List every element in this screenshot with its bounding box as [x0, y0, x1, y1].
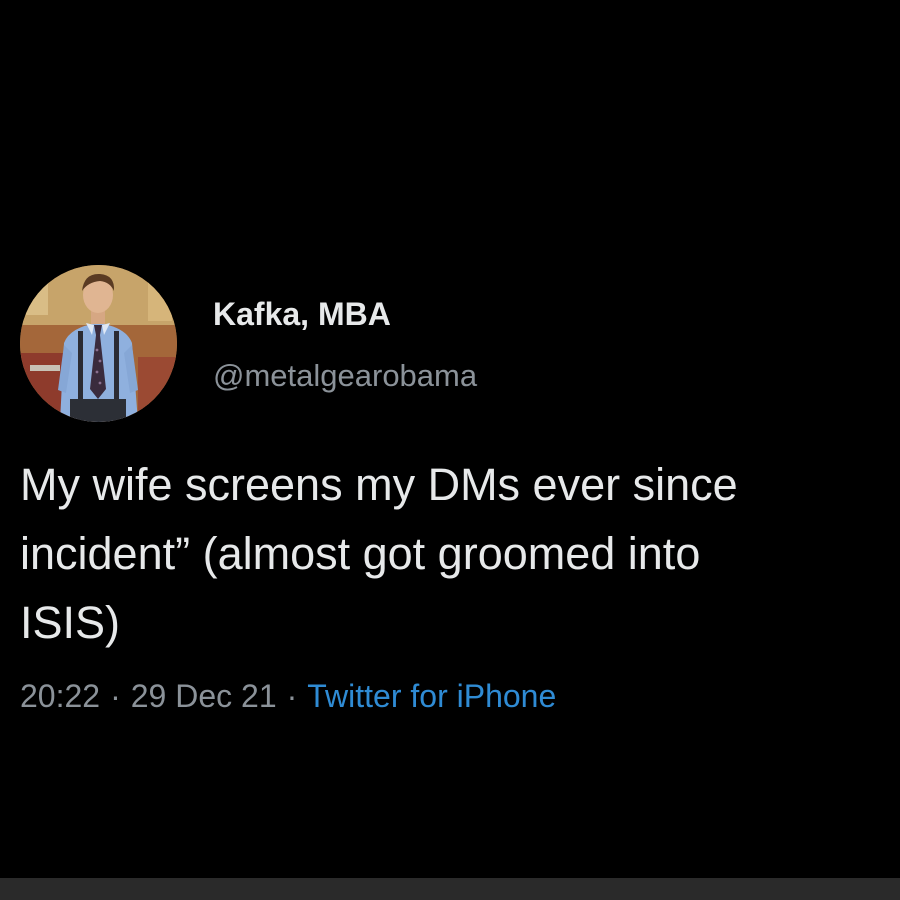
handle[interactable]: @metalgearobama [213, 358, 477, 394]
meta-separator: · [110, 678, 121, 714]
tweet-text-line: My wife screens my DMs ever since [20, 459, 738, 510]
bottom-strip [0, 878, 900, 900]
tweet-text: My wife screens my DMs ever since incide… [20, 450, 900, 657]
tweet-meta: 20:22 · 29 Dec 21 · Twitter for iPhone [20, 678, 556, 715]
tweet-date[interactable]: 29 Dec 21 [131, 678, 277, 714]
avatar[interactable] [20, 265, 177, 422]
display-name[interactable]: Kafka, MBA [213, 296, 391, 333]
tweet-card: Kafka, MBA @metalgearobama My wife scree… [0, 0, 900, 878]
tweet-time[interactable]: 20:22 [20, 678, 100, 714]
avatar-photo-icon [20, 265, 177, 422]
tweet-text-line: incident” (almost got groomed into [20, 528, 701, 579]
tweet-source-link[interactable]: Twitter for iPhone [307, 678, 556, 714]
meta-separator: · [286, 678, 298, 714]
tweet-text-line: ISIS) [20, 597, 121, 648]
